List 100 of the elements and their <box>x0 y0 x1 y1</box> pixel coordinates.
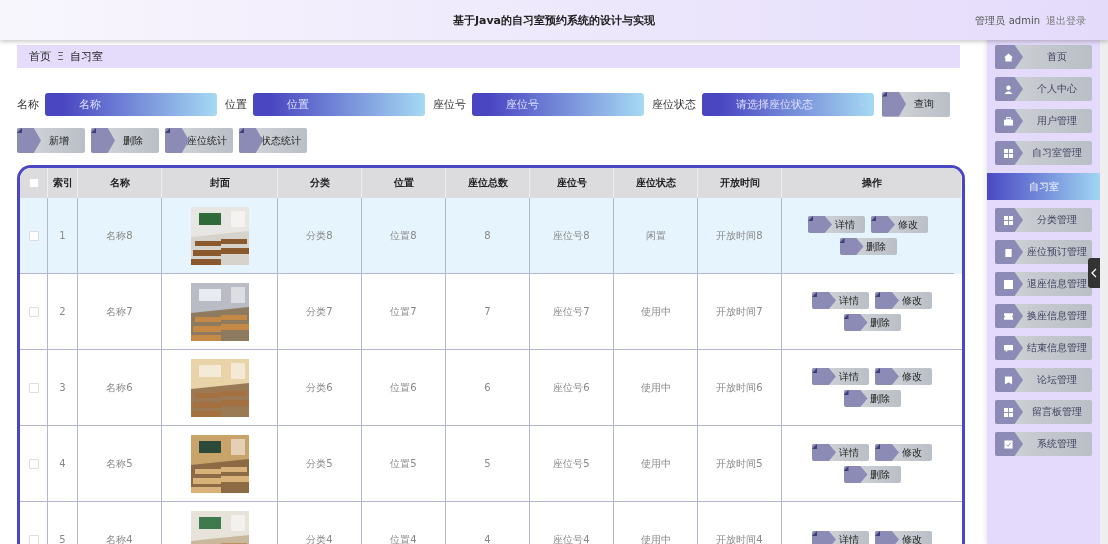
field-label: 座位号 <box>433 96 466 112</box>
search-field[interactable]: 座位号 <box>472 92 644 116</box>
table-cell: 使用中 <box>640 456 671 471</box>
table-cell: 座位号7 <box>553 304 590 319</box>
column-header: 索引 <box>48 168 78 198</box>
sidebar-item[interactable]: 结束信息管理 <box>995 336 1092 360</box>
table-cell: 名称5 <box>106 456 133 471</box>
action-button[interactable]: 修改 <box>875 292 932 309</box>
checkbox-icon <box>1004 439 1013 449</box>
table-cell: 分类4 <box>306 532 333 544</box>
action-button[interactable]: 删除 <box>843 390 901 407</box>
column-header: 座位状态 <box>614 168 698 198</box>
row-checkbox[interactable] <box>28 230 39 241</box>
sidebar-item[interactable]: 论坛管理 <box>995 368 1092 392</box>
table-cell: 位置4 <box>390 532 417 544</box>
table-cell: 5 <box>484 458 491 469</box>
row-checkbox[interactable] <box>28 382 39 393</box>
search-button[interactable]: 查询 <box>882 91 950 117</box>
table-cell: 座位号6 <box>553 380 590 395</box>
sidebar-item[interactable]: 退座信息管理 <box>995 272 1092 296</box>
action-button[interactable]: 修改 <box>875 368 932 385</box>
table-cell: 座位号8 <box>553 228 590 243</box>
table-cell: 6 <box>484 382 491 393</box>
table-cell: 7 <box>484 306 491 317</box>
table-cell: 1 <box>59 230 66 241</box>
clipboard-icon <box>1004 247 1013 257</box>
table-cell: 5 <box>59 534 66 544</box>
search-field[interactable]: 名称 <box>45 92 217 116</box>
table-cell: 分类6 <box>306 380 333 395</box>
breadcrumb-separator: Ξ <box>57 50 64 63</box>
toolbar-button[interactable]: 座位统计 <box>165 128 233 153</box>
column-header: 开放时间 <box>698 168 782 198</box>
row-checkbox[interactable] <box>28 306 39 317</box>
home-icon <box>1004 52 1013 62</box>
table-cell: 使用中 <box>640 304 671 319</box>
search-field[interactable]: 位置 <box>253 92 425 116</box>
table-row[interactable]: 2 名称7 分类7 位置7 7 座位号7 使用中 开放时间7 详情 修改 删除 <box>20 274 962 350</box>
column-header: 封面 <box>162 168 278 198</box>
table-cell: 名称8 <box>106 228 133 243</box>
table-row[interactable]: 5 名称4 分类4 位置4 4 座位号4 使用中 开放时间4 详情 修改 <box>20 502 962 544</box>
table-cell: 分类8 <box>306 228 333 243</box>
table-row[interactable]: 3 名称6 分类6 位置6 6 座位号6 使用中 开放时间6 详情 修改 删除 <box>20 350 962 426</box>
sidebar-item[interactable]: 自习室管理 <box>995 141 1092 165</box>
table-cell: 使用中 <box>640 532 671 544</box>
field-label: 位置 <box>225 96 247 112</box>
table-cell: 名称4 <box>106 532 133 544</box>
status-select[interactable]: 请选择座位状态 <box>702 92 874 116</box>
table-row[interactable]: 4 名称5 分类5 位置5 5 座位号5 使用中 开放时间5 详情 修改 删除 <box>20 426 962 502</box>
column-header: 座位总数 <box>446 168 530 198</box>
sidebar-item[interactable]: 座位预订管理 <box>995 240 1092 264</box>
table-cell: 名称6 <box>106 380 133 395</box>
column-header: 座位号 <box>530 168 614 198</box>
action-button[interactable]: 修改 <box>875 444 932 461</box>
collapse-tab[interactable] <box>1088 258 1100 288</box>
select-all-checkbox[interactable] <box>28 178 39 188</box>
logout-link[interactable]: 退出登录 <box>1046 14 1086 28</box>
toolbar-button[interactable]: 删除 <box>91 128 159 153</box>
chevron-left-icon <box>1091 268 1097 278</box>
sidebar-item[interactable]: 分类管理 <box>995 208 1092 232</box>
user-icon <box>1004 84 1013 94</box>
action-button[interactable]: 详情 <box>812 292 869 309</box>
sidebar-item[interactable]: 留言板管理 <box>995 400 1092 424</box>
app-title: 基于Java的自习室预约系统的设计与实现 <box>452 12 656 28</box>
action-button[interactable]: 修改 <box>875 531 932 544</box>
table-cell: 闲置 <box>645 228 666 243</box>
column-header: 分类 <box>278 168 362 198</box>
breadcrumb-current: 自习室 <box>69 49 103 64</box>
action-button[interactable]: 修改 <box>871 216 928 233</box>
user-label: 管理员 admin <box>975 14 1040 28</box>
column-header: 操作 <box>782 168 962 198</box>
action-button[interactable]: 详情 <box>808 216 865 233</box>
table-cell: 开放时间4 <box>716 532 763 544</box>
action-button[interactable]: 删除 <box>843 466 901 483</box>
row-checkbox[interactable] <box>28 534 39 544</box>
table-cell: 3 <box>59 382 66 393</box>
table-cell: 位置6 <box>390 380 417 395</box>
toolbar-button[interactable]: 状态统计 <box>239 128 307 153</box>
action-button[interactable]: 删除 <box>843 314 901 331</box>
sidebar-item[interactable]: 首页 <box>995 45 1092 69</box>
toolbar-button[interactable]: 新增 <box>17 128 85 153</box>
sidebar-item[interactable]: 用户管理 <box>995 109 1092 133</box>
briefcase-icon <box>1004 116 1013 126</box>
sidebar-item[interactable]: 个人中心 <box>995 77 1092 101</box>
column-header: 名称 <box>78 168 162 198</box>
table-cell: 开放时间7 <box>716 304 763 319</box>
sidebar-item[interactable]: 系统管理 <box>995 432 1092 456</box>
field-label: 座位状态 <box>652 96 696 112</box>
bookmark-icon <box>1004 375 1013 385</box>
action-button[interactable]: 详情 <box>812 444 869 461</box>
table-row[interactable]: 1 名称8 分类8 位置8 8 座位号8 闲置 开放时间8 详情 修改 删除 <box>20 198 962 274</box>
table-cell: 使用中 <box>640 380 671 395</box>
field-label: 名称 <box>17 96 39 112</box>
table-cell: 位置8 <box>390 228 417 243</box>
row-checkbox[interactable] <box>28 458 39 469</box>
table-cell: 开放时间8 <box>716 228 763 243</box>
breadcrumb-link[interactable]: 首页 <box>29 49 51 64</box>
action-button[interactable]: 详情 <box>812 368 869 385</box>
action-button[interactable]: 详情 <box>812 531 869 544</box>
sidebar-item[interactable]: 换座信息管理 <box>995 304 1092 328</box>
action-button[interactable]: 删除 <box>839 238 897 255</box>
